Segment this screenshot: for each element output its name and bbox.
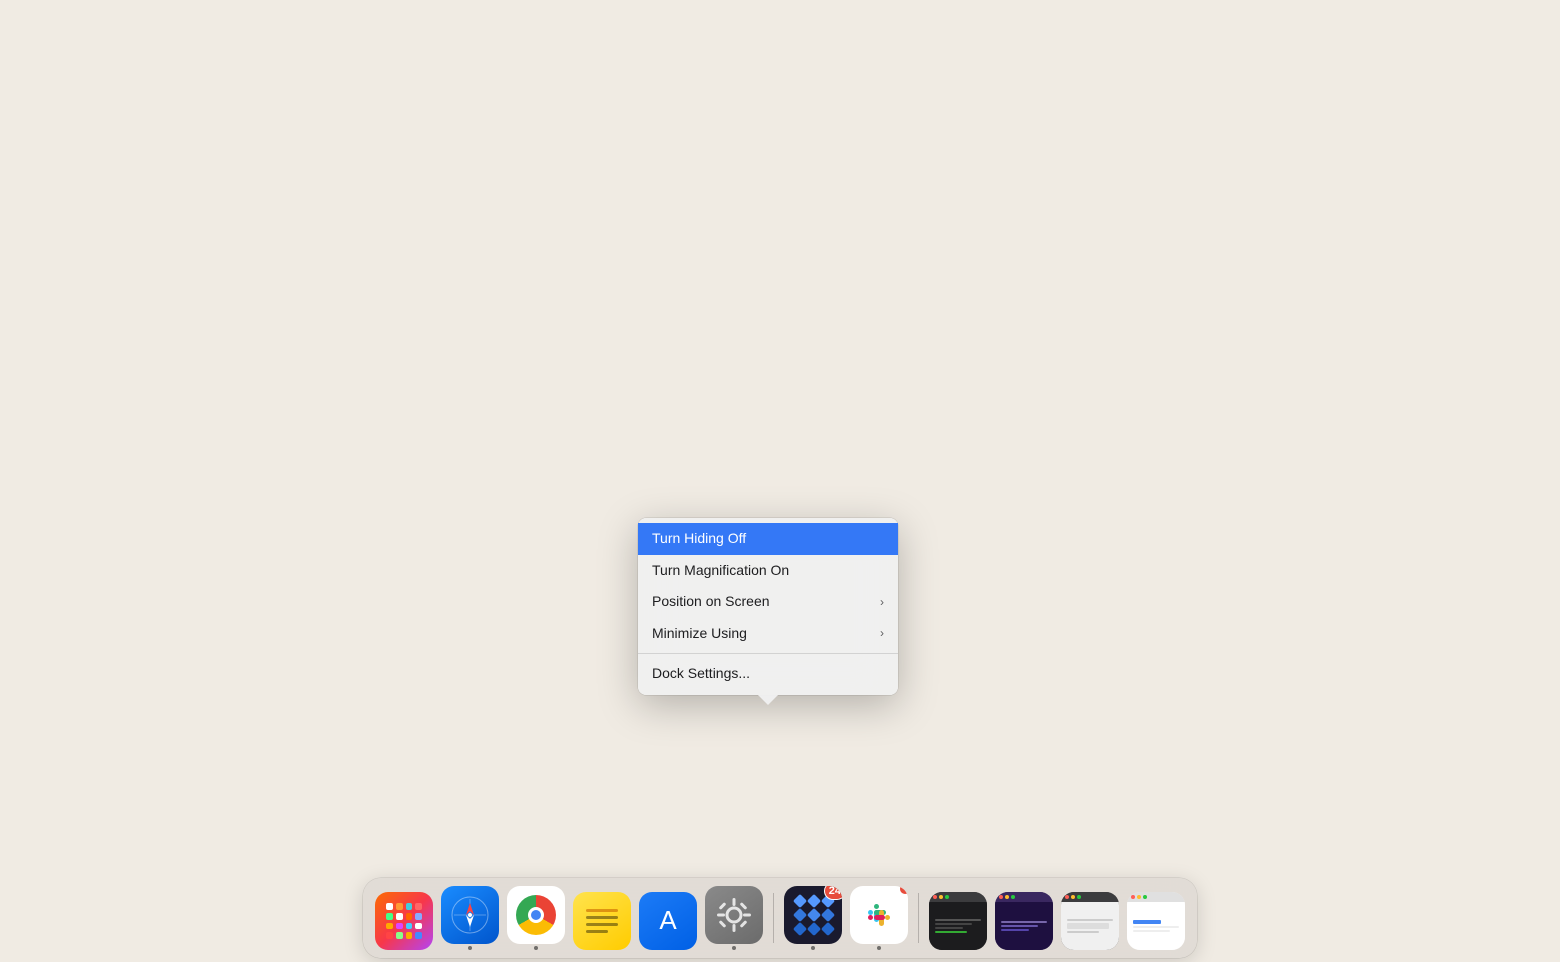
launchpad-icon [375, 892, 433, 950]
dock-divider-2 [918, 893, 919, 943]
settings-icon [705, 886, 763, 944]
dock-item-preview3[interactable] [1059, 890, 1121, 952]
dock-item-safari[interactable] [439, 884, 501, 952]
dock-item-preview4[interactable] [1125, 890, 1187, 952]
menu-item-turn-magnification-on[interactable]: Turn Magnification On [638, 555, 898, 587]
chevron-right-icon: › [880, 594, 884, 611]
chrome-icon [507, 886, 565, 944]
menu-item-dock-settings[interactable]: Dock Settings... [638, 658, 898, 690]
chevron-right-icon: › [880, 625, 884, 642]
dock-item-chrome[interactable] [505, 884, 567, 952]
menu-separator [638, 653, 898, 654]
dropzone-running-dot [811, 946, 815, 950]
dock-item-notes[interactable] [571, 890, 633, 952]
slack-running-dot [877, 946, 881, 950]
svg-text:A: A [659, 905, 677, 935]
dock-item-preview1[interactable] [927, 890, 989, 952]
slack-icon [850, 886, 908, 944]
slack-notification-badge [898, 886, 908, 896]
notes-icon [573, 892, 631, 950]
dock-item-slack[interactable] [848, 884, 910, 952]
preview2-icon [995, 892, 1053, 950]
appstore-icon: A [639, 892, 697, 950]
preview1-icon [929, 892, 987, 950]
dock-context-menu: Turn Hiding Off Turn Magnification On Po… [638, 518, 898, 695]
dock-container: A [0, 872, 1560, 962]
chrome-running-dot [534, 946, 538, 950]
dock-item-appstore[interactable]: A [637, 890, 699, 952]
dropzone-badge: 24 [824, 886, 842, 900]
menu-item-minimize-using[interactable]: Minimize Using › [638, 618, 898, 650]
safari-icon [441, 886, 499, 944]
menu-item-position-on-screen[interactable]: Position on Screen › [638, 586, 898, 618]
safari-running-dot [468, 946, 472, 950]
menu-item-turn-hiding-off[interactable]: Turn Hiding Off [638, 523, 898, 555]
dock: A [363, 878, 1197, 958]
dock-item-settings[interactable] [703, 884, 765, 952]
settings-running-dot [732, 946, 736, 950]
dock-item-launchpad[interactable] [373, 890, 435, 952]
dropzone-icon: 24 [784, 886, 842, 944]
preview4-icon [1127, 892, 1185, 950]
preview3-icon [1061, 892, 1119, 950]
dock-divider [773, 893, 774, 943]
dock-item-dropzone[interactable]: 24 [782, 884, 844, 952]
desktop: Turn Hiding Off Turn Magnification On Po… [0, 0, 1560, 872]
dock-item-preview2[interactable] [993, 890, 1055, 952]
